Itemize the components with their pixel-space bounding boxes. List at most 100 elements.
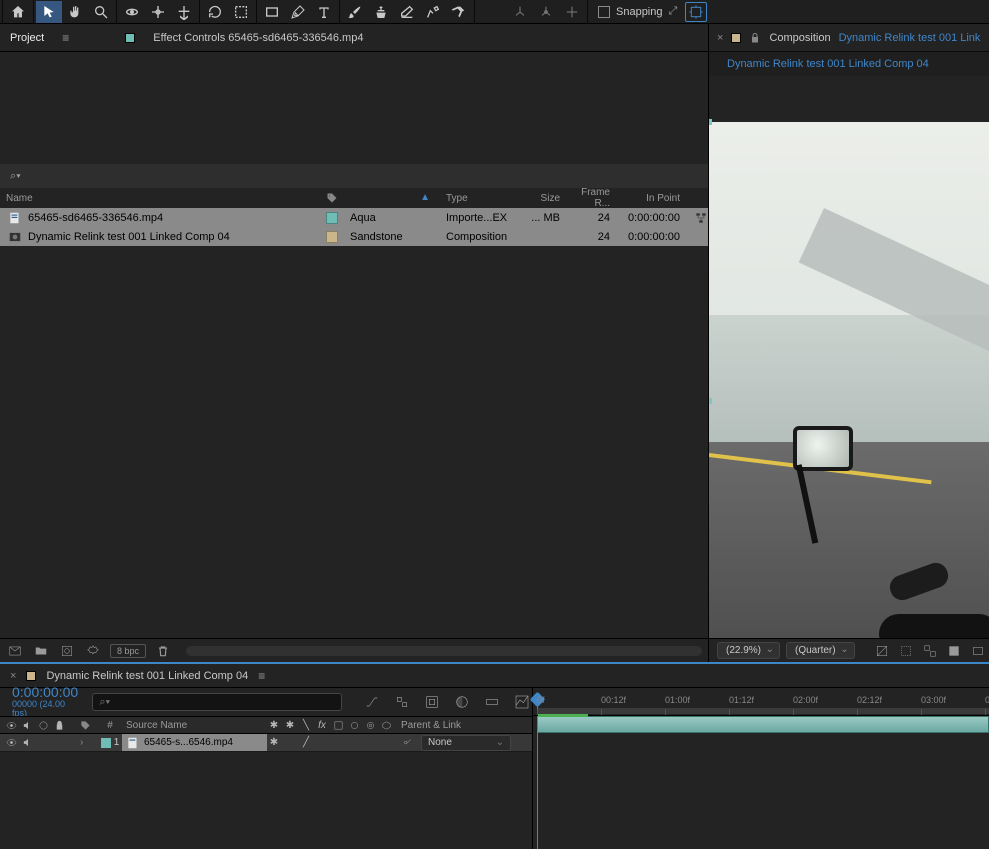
- project-h-scroll[interactable]: [186, 646, 702, 656]
- current-timecode[interactable]: 0:00:00:00: [12, 685, 82, 700]
- layer-3d-icon[interactable]: [379, 736, 393, 750]
- layer-adjustment-icon[interactable]: [363, 736, 377, 750]
- pickwhip-icon[interactable]: [401, 736, 415, 750]
- layer-collapse-icon[interactable]: [283, 736, 297, 750]
- local-axis-mode-icon[interactable]: [507, 1, 533, 23]
- layer-label-swatch[interactable]: [101, 738, 111, 748]
- composition-breadcrumb[interactable]: Dynamic Relink test 001 Linked Comp 04: [709, 52, 989, 76]
- col-framerate-header[interactable]: Frame R...: [568, 187, 618, 209]
- layer-clip-1[interactable]: [537, 716, 989, 733]
- layer-frameblend-icon[interactable]: [331, 736, 345, 750]
- eraser-tool-icon[interactable]: [394, 1, 420, 23]
- project-item-row[interactable]: 65465-sd6465-336546.mp4AquaImporte...EX.…: [0, 208, 708, 227]
- shy-toggle-icon[interactable]: [422, 692, 442, 712]
- flowchart-icon[interactable]: [694, 211, 708, 225]
- parent-link-header[interactable]: Parent & Link: [397, 720, 532, 731]
- anchor-point-tool-icon[interactable]: [171, 1, 197, 23]
- parent-dropdown[interactable]: None⌄: [421, 735, 511, 751]
- rotate-tool-icon[interactable]: [202, 1, 228, 23]
- project-item-row[interactable]: Dynamic Relink test 001 Linked Comp 04Sa…: [0, 227, 708, 246]
- lock-switch-header-icon[interactable]: [52, 718, 66, 732]
- source-name-header[interactable]: Source Name: [122, 720, 267, 731]
- magnification-dropdown[interactable]: (22.9%): [717, 642, 780, 659]
- region-of-interest-icon[interactable]: [921, 642, 939, 660]
- channel-icon[interactable]: [969, 642, 987, 660]
- orbit-camera-tool-icon[interactable]: [119, 1, 145, 23]
- close-tab-icon[interactable]: ×: [717, 32, 723, 44]
- label-swatch[interactable]: [326, 231, 338, 243]
- timeline-close-icon[interactable]: ×: [10, 670, 16, 682]
- resolution-dropdown[interactable]: (Quarter): [786, 642, 855, 659]
- delete-icon[interactable]: [154, 642, 172, 660]
- col-size-header[interactable]: Size: [520, 193, 568, 204]
- pen-tool-icon[interactable]: [285, 1, 311, 23]
- project-settings-icon[interactable]: [84, 642, 102, 660]
- grid-guides-icon[interactable]: [945, 642, 963, 660]
- mask-tool-icon[interactable]: [228, 1, 254, 23]
- new-composition-icon[interactable]: [58, 642, 76, 660]
- col-label-header[interactable]: ▲: [320, 192, 440, 204]
- col-name-header[interactable]: Name: [0, 193, 320, 204]
- snapping-options-icon[interactable]: ⤢: [669, 5, 678, 18]
- roto-brush-tool-icon[interactable]: [420, 1, 446, 23]
- layer-moblur-icon[interactable]: [347, 736, 361, 750]
- motion-blur-icon[interactable]: [482, 692, 502, 712]
- timeline-tracks[interactable]: [533, 716, 989, 849]
- puppet-pin-tool-icon[interactable]: [446, 1, 472, 23]
- composition-viewport[interactable]: [709, 122, 989, 638]
- lock-switch-icon[interactable]: [52, 736, 66, 750]
- interpret-footage-icon[interactable]: [6, 642, 24, 660]
- snap-to-guides-icon[interactable]: [685, 2, 707, 22]
- toggle-transparency-grid-icon[interactable]: [873, 642, 891, 660]
- home-icon[interactable]: [5, 1, 31, 23]
- timeline-ruler[interactable]: 0f00:12f01:00f01:12f02:00f02:12f03:00f03…: [533, 688, 989, 716]
- project-search-input[interactable]: [27, 169, 708, 184]
- rectangle-tool-icon[interactable]: [259, 1, 285, 23]
- effect-controls-tab[interactable]: Effect Controls 65465-sd6465-336546.mp4: [153, 32, 363, 44]
- project-panel-menu-icon[interactable]: ≡: [62, 31, 69, 45]
- new-folder-icon[interactable]: [32, 642, 50, 660]
- toggle-mask-visibility-icon[interactable]: [897, 642, 915, 660]
- brush-tool-icon[interactable]: [342, 1, 368, 23]
- timeline-panel-menu-icon[interactable]: ≡: [258, 669, 265, 683]
- layer-index-header[interactable]: #: [98, 720, 122, 731]
- frame-blend-icon[interactable]: [452, 692, 472, 712]
- audio-switch-header-icon[interactable]: [20, 718, 34, 732]
- zoom-tool-icon[interactable]: [88, 1, 114, 23]
- view-axis-mode-icon[interactable]: [559, 1, 585, 23]
- timeline-layer-row[interactable]: ›165465-s...6546.mp4✱╱None⌄: [0, 734, 532, 752]
- comp-mini-flowchart-icon[interactable]: [362, 692, 382, 712]
- timeline-empty-area[interactable]: [0, 752, 532, 849]
- pan-behind-tool-icon[interactable]: [145, 1, 171, 23]
- solo-switch-header-icon[interactable]: [36, 718, 50, 732]
- layer-handle-ml[interactable]: [709, 398, 712, 404]
- video-switch-icon[interactable]: [4, 736, 18, 750]
- search-icon[interactable]: ⌕▾: [10, 170, 21, 183]
- solo-switch-icon[interactable]: [36, 736, 50, 750]
- video-switch-header-icon[interactable]: [4, 718, 18, 732]
- layer-quality-icon[interactable]: ╱: [299, 736, 313, 750]
- layer-handle-tl[interactable]: [709, 119, 712, 125]
- hand-tool-icon[interactable]: [62, 1, 88, 23]
- timeline-search-input[interactable]: ⌕▾: [92, 693, 342, 711]
- selection-tool-icon[interactable]: [36, 1, 62, 23]
- project-empty-area[interactable]: [0, 423, 708, 638]
- twirl-icon[interactable]: ›: [80, 737, 83, 748]
- graph-editor-icon[interactable]: [512, 692, 532, 712]
- clone-stamp-tool-icon[interactable]: [368, 1, 394, 23]
- layer-shy-icon[interactable]: ✱: [267, 736, 281, 750]
- project-tab[interactable]: Project: [10, 32, 44, 44]
- label-swatch[interactable]: [326, 212, 338, 224]
- snapping-checkbox[interactable]: [598, 6, 610, 18]
- layer-fx-icon[interactable]: [315, 736, 329, 750]
- world-axis-mode-icon[interactable]: [533, 1, 559, 23]
- col-inpoint-header[interactable]: In Point: [618, 193, 688, 204]
- composition-stage[interactable]: [709, 76, 989, 638]
- timeline-tab-name[interactable]: Dynamic Relink test 001 Linked Comp 04: [46, 670, 248, 682]
- audio-switch-icon[interactable]: [20, 736, 34, 750]
- type-tool-icon[interactable]: [311, 1, 337, 23]
- draft-3d-icon[interactable]: [392, 692, 412, 712]
- color-depth-button[interactable]: 8 bpc: [110, 644, 146, 658]
- lock-icon[interactable]: [749, 32, 761, 44]
- col-type-header[interactable]: Type: [440, 193, 520, 204]
